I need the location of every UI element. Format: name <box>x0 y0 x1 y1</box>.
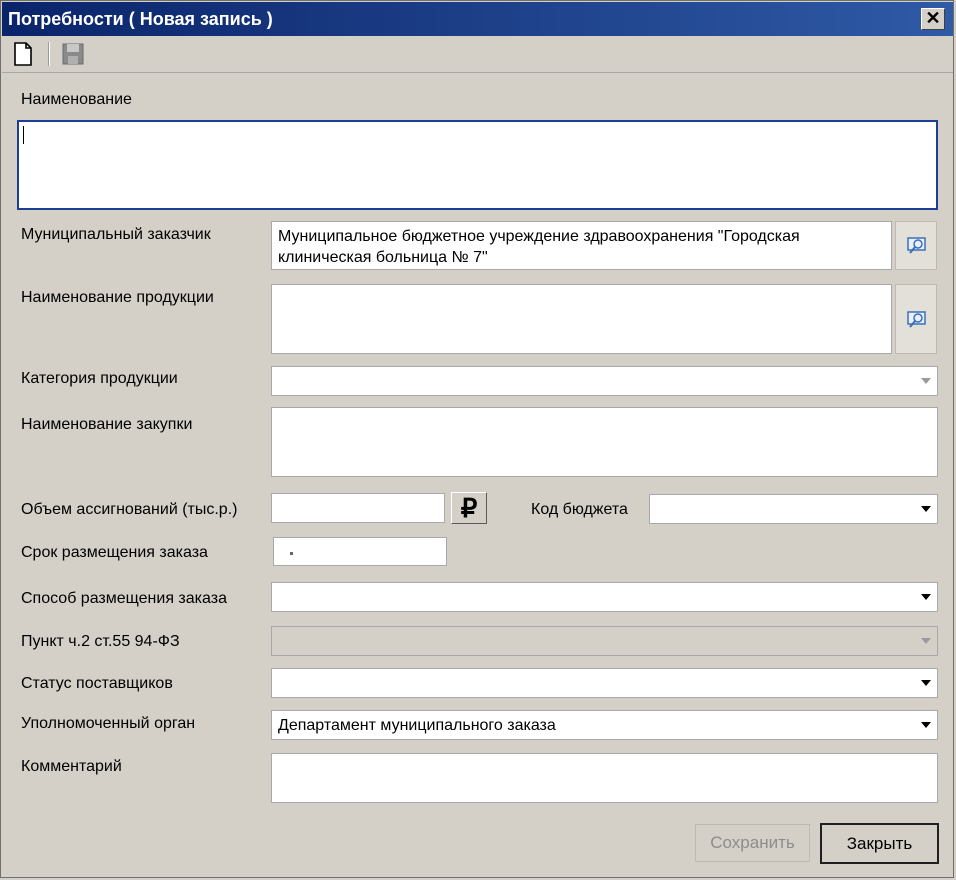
clause-label: Пункт ч.2 ст.55 94-ФЗ <box>21 633 180 650</box>
comment-field[interactable] <box>271 753 938 803</box>
lookup-magnifier-icon <box>907 311 926 328</box>
chevron-down-icon[interactable] <box>916 712 936 738</box>
supplier-status-select[interactable] <box>271 668 938 698</box>
customer-value: Муниципальное бюджетное учреждение здрав… <box>278 228 800 266</box>
name-field[interactable] <box>17 120 938 210</box>
authorized-body-label: Уполномоченный орган <box>21 715 196 732</box>
close-button[interactable]: Закрыть <box>820 823 939 864</box>
clause-select <box>271 626 938 656</box>
order-term-label: Срок размещения заказа <box>21 544 208 561</box>
authorized-body-value: Департамент муниципального заказа <box>278 717 556 734</box>
customer-field[interactable]: Муниципальное бюджетное учреждение здрав… <box>271 221 892 270</box>
order-term-date-field[interactable] <box>273 537 447 566</box>
order-method-select[interactable] <box>271 582 938 612</box>
order-method-label: Способ размещения заказа <box>21 590 227 607</box>
save-button[interactable]: Сохранить <box>695 824 810 862</box>
comment-label: Комментарий <box>21 758 122 775</box>
name-label: Наименование <box>21 91 132 108</box>
customer-label: Муниципальный заказчик <box>21 226 211 243</box>
product-name-field[interactable] <box>271 284 892 354</box>
chevron-down-icon[interactable] <box>916 584 936 610</box>
budget-code-label: Код бюджета <box>531 501 628 518</box>
product-category-label: Категория продукции <box>21 370 178 387</box>
product-lookup-button[interactable] <box>895 284 937 354</box>
date-mask-dot <box>290 552 293 555</box>
new-document-icon[interactable] <box>10 41 36 67</box>
toolbar <box>2 36 953 73</box>
chevron-down-icon[interactable] <box>916 670 936 696</box>
product-category-select[interactable] <box>271 366 938 396</box>
dialog-window: Потребности ( Новая запись ) ✕ Наименова… <box>0 0 954 878</box>
save-disk-icon[interactable] <box>60 41 86 67</box>
allocation-label: Объем ассигнований (тыс.р.) <box>21 501 238 518</box>
supplier-status-label: Статус поставщиков <box>21 675 173 692</box>
chevron-down-icon[interactable] <box>916 368 936 394</box>
purchase-name-label: Наименование закупки <box>21 416 193 433</box>
currency-ruble-button[interactable]: ₽ <box>451 492 487 524</box>
authorized-body-select[interactable]: Департамент муниципального заказа <box>271 710 938 740</box>
title-bar[interactable]: Потребности ( Новая запись ) ✕ <box>2 2 953 36</box>
lookup-magnifier-icon <box>907 237 926 254</box>
text-caret <box>23 126 24 144</box>
toolbar-separator <box>48 42 50 66</box>
budget-code-select[interactable] <box>649 494 938 524</box>
product-name-label: Наименование продукции <box>21 289 214 306</box>
close-window-button[interactable]: ✕ <box>921 8 945 30</box>
chevron-down-icon[interactable] <box>916 496 936 522</box>
customer-lookup-button[interactable] <box>895 221 937 270</box>
allocation-field[interactable] <box>271 493 445 523</box>
window-title: Потребности ( Новая запись ) <box>8 9 273 29</box>
chevron-down-icon <box>916 628 936 654</box>
purchase-name-field[interactable] <box>271 407 938 477</box>
